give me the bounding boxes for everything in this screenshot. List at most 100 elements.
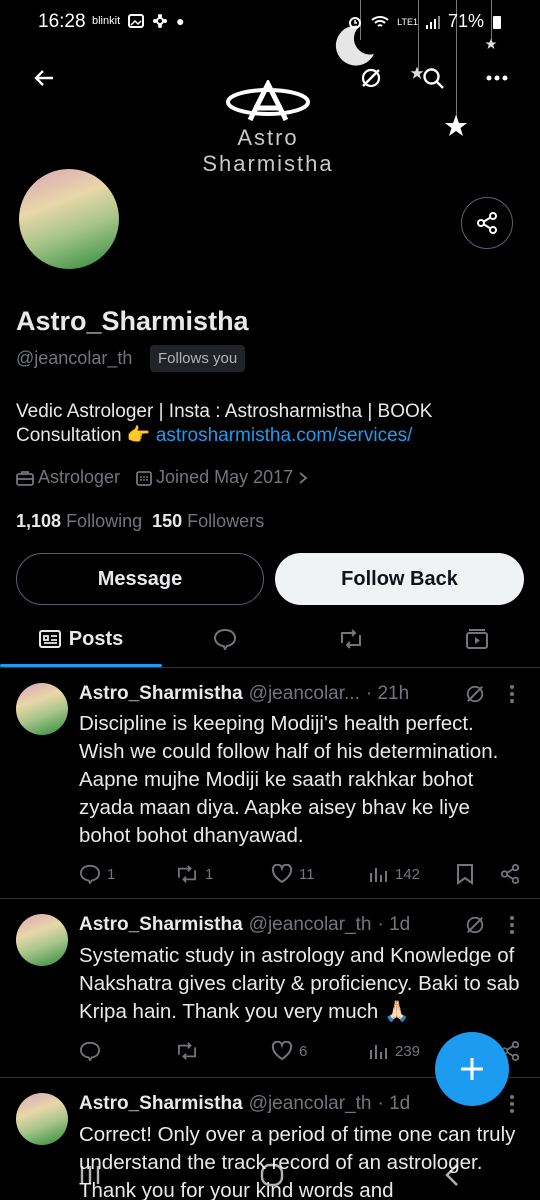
calendar-icon	[136, 470, 152, 486]
pinwheel-icon	[153, 14, 168, 28]
tweet-time: · 1d	[377, 914, 411, 935]
profile-meta: Astrologer Joined May 2017	[16, 467, 319, 488]
astro-logo-icon	[226, 78, 310, 122]
repost-icon	[341, 629, 361, 649]
tweet-handle: @jeancolar...	[248, 683, 360, 704]
home-icon[interactable]	[259, 1162, 285, 1188]
profile-bio: Vedic Astrologer | Insta : Astrosharmist…	[16, 400, 521, 448]
search-button[interactable]	[415, 60, 451, 96]
repost-icon	[178, 865, 196, 883]
system-nav-bar	[0, 1150, 540, 1200]
profile-tabs: Posts	[0, 612, 540, 668]
tweet[interactable]: Astro_Sharmistha @jeancolar... · 21h Dis…	[0, 669, 540, 899]
views-button[interactable]: 239	[369, 1036, 420, 1066]
tweet-more-icon[interactable]	[509, 684, 515, 704]
media-icon	[466, 629, 488, 649]
followers-link[interactable]: 150 Followers	[152, 511, 264, 532]
bio-link[interactable]: astrosharmistha.com/services/	[156, 425, 413, 446]
tab-media[interactable]	[414, 612, 540, 666]
alarm-icon	[349, 16, 362, 29]
back-nav-icon[interactable]	[442, 1163, 462, 1187]
tweet-author: Astro_Sharmistha	[79, 1093, 243, 1114]
views-count: 142	[395, 865, 421, 883]
reply-icon	[79, 1041, 101, 1061]
chevron-right-icon	[299, 471, 308, 484]
tweet-handle: @jeancolar_th	[248, 914, 372, 935]
signal-icon	[425, 15, 440, 29]
tab-reposts[interactable]	[288, 612, 414, 666]
status-right: LTE1 71%	[347, 11, 502, 32]
follow-back-button[interactable]: Follow Back	[275, 553, 524, 605]
share-button[interactable]	[500, 859, 520, 889]
tab-replies[interactable]	[162, 612, 288, 666]
repost-button[interactable]	[175, 1036, 205, 1066]
tweet-author: Astro_Sharmistha	[79, 683, 243, 704]
tweet-author: Astro_Sharmistha	[79, 914, 243, 935]
banner-logo: Astro Sharmistha	[168, 78, 368, 177]
share-icon	[477, 212, 497, 234]
joined-label: Joined May 2017	[156, 467, 294, 487]
joined-item[interactable]: Joined May 2017	[136, 467, 309, 488]
reply-button[interactable]	[79, 1036, 107, 1066]
views-count: 239	[395, 1042, 421, 1060]
tab-posts[interactable]: Posts	[0, 612, 162, 667]
profile-name: Astro_Sharmistha	[16, 306, 249, 336]
tweet-avatar[interactable]	[16, 1093, 68, 1145]
battery-icon	[493, 15, 501, 29]
grok-icon[interactable]	[465, 915, 485, 935]
star-icon	[445, 115, 467, 136]
gallery-icon	[128, 14, 145, 28]
grok-icon[interactable]	[465, 684, 485, 704]
like-button[interactable]: 11	[271, 859, 315, 889]
more-options-button[interactable]	[479, 60, 515, 96]
battery-percent: 71%	[447, 11, 484, 31]
grok-button[interactable]	[353, 60, 389, 96]
reply-button[interactable]: 1	[79, 859, 115, 889]
views-button[interactable]: 142	[369, 859, 420, 889]
following-count: 1,108	[16, 511, 62, 531]
share-icon	[500, 864, 520, 884]
posts-icon	[38, 630, 61, 648]
network-label: LTE1	[397, 16, 418, 27]
tweet-time: · 21h	[365, 683, 410, 704]
like-count: 11	[299, 865, 315, 883]
banner-logo-text: Astro Sharmistha	[202, 125, 334, 176]
blinkit-notification: blinkit	[92, 15, 121, 27]
tweet-more-icon[interactable]	[509, 915, 515, 935]
bookmark-button[interactable]	[456, 859, 474, 889]
profile-avatar[interactable]	[15, 165, 123, 273]
share-profile-button[interactable]	[461, 197, 513, 249]
tweet-more-icon[interactable]	[509, 1094, 515, 1114]
recent-apps-icon[interactable]	[78, 1164, 102, 1186]
repost-count: 1	[205, 865, 214, 883]
tweet-time: · 1d	[377, 1093, 411, 1114]
tweet-header: Astro_Sharmistha @jeancolar... · 21h	[79, 683, 524, 705]
like-button[interactable]: 6	[271, 1036, 307, 1066]
message-button[interactable]: Message	[16, 553, 264, 605]
follow-counts: 1,108 Following 150 Followers	[16, 511, 264, 532]
following-link[interactable]: 1,108 Following	[16, 511, 142, 532]
repost-icon	[178, 1042, 196, 1060]
compose-button[interactable]	[435, 1032, 509, 1106]
back-button[interactable]	[26, 60, 62, 96]
follows-you-badge: Follows you	[150, 345, 246, 372]
status-bar: 16:28 blinkit ● LTE1 71%	[0, 0, 540, 44]
bookmark-icon	[457, 864, 473, 885]
back-arrow-icon	[34, 70, 53, 86]
category-label: Astrologer	[38, 467, 121, 487]
tweet-text: Discipline is keeping Modiji's health pe…	[79, 712, 499, 847]
following-label: Following	[66, 511, 143, 531]
search-icon	[423, 68, 444, 89]
category-item: Astrologer	[16, 467, 120, 488]
status-notifications: blinkit ●	[92, 13, 185, 29]
tweet-avatar[interactable]	[16, 683, 68, 735]
followers-label: Followers	[187, 511, 265, 531]
repost-button[interactable]: 1	[175, 859, 213, 889]
tweet-actions: 1 1 11 142	[79, 859, 524, 889]
heart-icon	[271, 1041, 293, 1061]
tweet-header: Astro_Sharmistha @jeancolar_th · 1d	[79, 914, 524, 936]
plus-icon	[461, 1058, 483, 1080]
views-icon	[370, 868, 387, 882]
heart-icon	[271, 864, 293, 884]
tweet-avatar[interactable]	[16, 914, 68, 966]
